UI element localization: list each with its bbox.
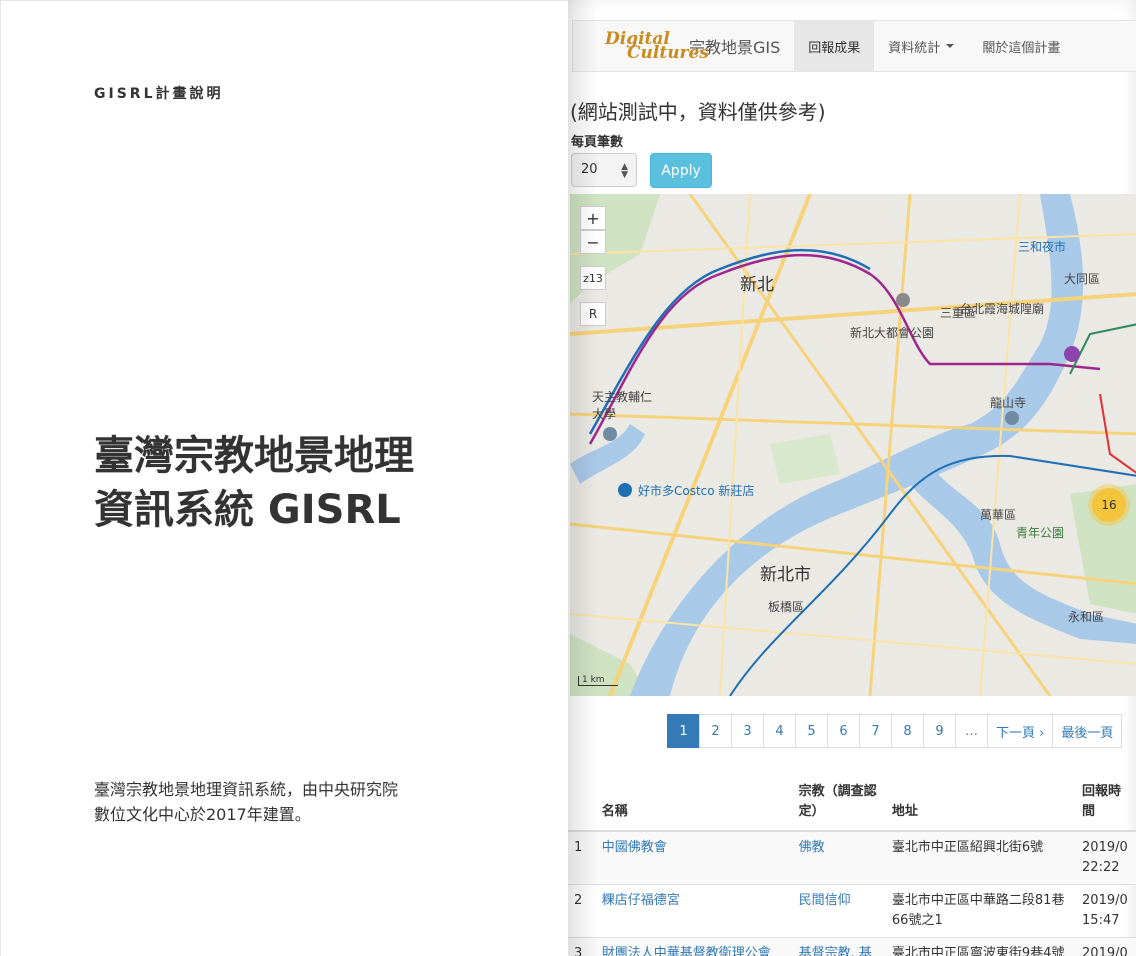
title-line-2: 資訊系統 GISRL (94, 487, 401, 533)
page-4[interactable]: 4 (763, 714, 796, 748)
map-label-qingnian: 青年公園 (1016, 526, 1065, 540)
map-label-yonghe: 永和區 (1068, 610, 1105, 624)
row-address: 臺北市中正區紹興北街6號 (885, 830, 1077, 885)
reset-view-button[interactable]: R (580, 302, 606, 326)
per-page-value: 20 (581, 162, 598, 177)
map-base-graphic (570, 194, 1136, 696)
row-index: 2 (568, 884, 596, 938)
row-name-link[interactable]: 粿店仔福德宮 (595, 884, 793, 938)
map-label-xinbei: 新北 (740, 275, 774, 295)
nav-statistics-dropdown[interactable]: 資料統計 (874, 21, 968, 71)
row-address: 臺北市中正區寧波東街9巷4號 (885, 937, 1077, 956)
row-time: 2019/0 15:47 (1076, 884, 1136, 938)
zoom-out-button[interactable]: − (580, 230, 606, 254)
row-religion-link[interactable]: 佛教 (792, 830, 886, 885)
map-label-wanhua: 萬華區 (980, 508, 1017, 522)
desc-line-2: 數位文化中心於2017年建置。 (94, 805, 311, 824)
table-row: 2 粿店仔福德宮 民間信仰 臺北市中正區中華路二段81巷66號之1 2019/0… (568, 884, 1136, 938)
row-time: 2019/0 (1076, 937, 1136, 956)
map-label-fujen: 天主教輔仁大學 (592, 390, 653, 421)
select-arrows-icon: ▲ ▼ (621, 162, 628, 180)
page-8[interactable]: 8 (891, 714, 924, 748)
row-name-link[interactable]: 中國佛教會 (595, 830, 793, 885)
title-line-1: 臺灣宗教地景地理 (94, 433, 414, 479)
header-report-time[interactable]: 回報時間 (1076, 774, 1136, 832)
pagination: 1 2 3 4 5 6 7 8 9 … 下一頁 › 最後一頁 (667, 714, 1123, 748)
desc-line-1: 臺灣宗教地景地理資訊系統，由中央研究院 (94, 780, 399, 799)
table-header-row: 名稱 宗教（調查認定） 地址 回報時間 (568, 774, 1136, 832)
caret-down-icon (946, 44, 955, 48)
page-9[interactable]: 9 (923, 714, 956, 748)
row-religion-link[interactable]: 民間信仰 (792, 884, 886, 938)
next-page-link[interactable]: 下一頁 › (987, 714, 1054, 748)
header-religion[interactable]: 宗教（調查認定） (792, 774, 886, 832)
map-label-costco: 好市多Costco 新莊店 (638, 484, 755, 498)
intro-panel: GISRL計畫說明 臺灣宗教地景地理 資訊系統 GISRL 臺灣宗教地景地理資訊… (0, 0, 568, 956)
row-religion-link[interactable]: 基督宗教, 基 (792, 937, 886, 956)
row-time: 2019/0 22:22 (1076, 830, 1136, 885)
last-page-link[interactable]: 最後一頁 (1052, 714, 1123, 748)
page-6[interactable]: 6 (827, 714, 860, 748)
map-label-sanhe: 三和夜市 (1018, 240, 1067, 254)
nav-report-label: 回報成果 (808, 40, 861, 56)
map-label-xiahai: 台北霞海城隍廟 (960, 302, 1045, 316)
row-index: 3 (568, 937, 596, 956)
map-label-xinbei-city: 新北市 (760, 565, 811, 585)
section-eyebrow: GISRL計畫說明 (94, 86, 224, 102)
testing-notice: (網站測試中，資料僅供參考) (570, 100, 826, 124)
nav-about-label: 關於這個計畫 (982, 40, 1061, 56)
page-1[interactable]: 1 (667, 714, 700, 748)
per-page-label: 每頁筆數 (571, 135, 624, 150)
nav-about[interactable]: 關於這個計畫 (968, 21, 1074, 71)
header-name[interactable]: 名稱 (595, 774, 793, 832)
marker-cluster[interactable]: 16 (1092, 488, 1126, 522)
row-address: 臺北市中正區中華路二段81巷66號之1 (885, 884, 1077, 938)
apply-button[interactable]: Apply (650, 153, 712, 188)
top-navbar: Digital Cultures 宗教地景GIS 回報成果 資料統計 關於這個計… (572, 20, 1136, 72)
table-row: 3 財團法人中華基督教衛理公會 基督宗教, 基 臺北市中正區寧波東街9巷4號 2… (568, 937, 1136, 956)
header-index (568, 774, 596, 832)
map-label-longshan: 龍山寺 (990, 396, 1027, 410)
results-table: 名稱 宗教（調查認定） 地址 回報時間 1 中國佛教會 佛教 臺北市中正區紹興北… (568, 774, 1136, 956)
map-scale-bar: 1 km (578, 676, 618, 686)
digital-cultures-logo[interactable]: Digital Cultures (605, 29, 709, 63)
page-5[interactable]: 5 (795, 714, 828, 748)
header-address[interactable]: 地址 (885, 774, 1077, 832)
map-label-dalong: 大同區 (1064, 272, 1101, 286)
nav-report-results[interactable]: 回報成果 (794, 21, 875, 71)
map-label-banqiao: 板橋區 (768, 600, 805, 614)
description: 臺灣宗教地景地理資訊系統，由中央研究院 數位文化中心於2017年建置。 (94, 777, 514, 827)
page-3[interactable]: 3 (731, 714, 764, 748)
page-title: 臺灣宗教地景地理 資訊系統 GISRL (94, 429, 524, 537)
map-label-dadou: 新北大都會公園 (850, 326, 935, 340)
logo-line-2: Cultures (627, 43, 709, 63)
map-view[interactable]: + − z13 R 新北 新北市 板橋區 三重區 好市多Costco 新莊店 天… (570, 194, 1136, 696)
per-page-select[interactable]: 20 ▲ ▼ (571, 153, 637, 187)
row-name-link[interactable]: 財團法人中華基督教衛理公會 (595, 937, 793, 956)
website-screenshot: Digital Cultures 宗教地景GIS 回報成果 資料統計 關於這個計… (568, 0, 1136, 956)
page-ellipsis: … (955, 714, 988, 748)
row-index: 1 (568, 830, 596, 885)
page-7[interactable]: 7 (859, 714, 892, 748)
zoom-level-button[interactable]: z13 (580, 266, 606, 290)
table-row: 1 中國佛教會 佛教 臺北市中正區紹興北街6號 2019/0 22:22 (568, 830, 1136, 885)
nav-statistics-label: 資料統計 (888, 40, 941, 56)
page-2[interactable]: 2 (699, 714, 732, 748)
zoom-in-button[interactable]: + (580, 206, 606, 230)
